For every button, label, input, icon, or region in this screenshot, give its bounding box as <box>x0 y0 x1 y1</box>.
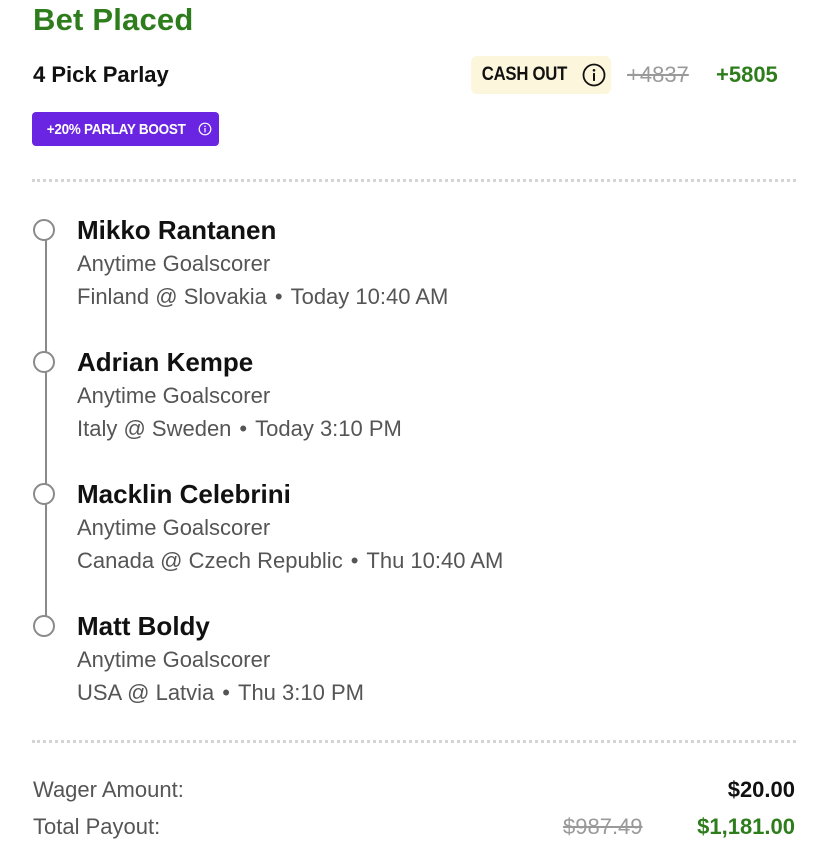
page-title: Bet Placed <box>33 2 194 37</box>
leg-status-circle <box>33 615 55 637</box>
leg-matchup: USA @ Latvia <box>77 680 215 705</box>
bet-type-label: 4 Pick Parlay <box>33 62 169 87</box>
wager-amount-value: $20.00 <box>727 777 795 802</box>
parlay-boost-label: +20% PARLAY BOOST <box>47 120 186 138</box>
separator-dot: • <box>350 548 359 573</box>
original-odds: +4837 <box>627 62 689 87</box>
separator-dot: • <box>239 416 248 441</box>
parlay-leg: Mikko Rantanen Anytime Goalscorer Finlan… <box>0 215 828 325</box>
info-icon[interactable] <box>198 122 212 136</box>
leg-game-info: Finland @ Slovakia • Today 10:40 AM <box>77 284 448 310</box>
leg-game-info: Canada @ Czech Republic • Thu 10:40 AM <box>77 548 503 574</box>
leg-time: Today 3:10 PM <box>255 416 402 441</box>
boosted-odds: +5805 <box>716 62 778 87</box>
leg-game-info: USA @ Latvia • Thu 3:10 PM <box>77 680 364 706</box>
leg-status-circle <box>33 351 55 373</box>
parlay-leg: Adrian Kempe Anytime Goalscorer Italy @ … <box>0 347 828 457</box>
leg-player-name: Matt Boldy <box>77 611 210 641</box>
parlay-leg: Matt Boldy Anytime Goalscorer USA @ Latv… <box>0 611 828 721</box>
leg-market: Anytime Goalscorer <box>77 515 271 540</box>
leg-player-name: Macklin Celebrini <box>77 479 291 509</box>
leg-game-info: Italy @ Sweden • Today 3:10 PM <box>77 416 402 442</box>
leg-time: Thu 10:40 AM <box>366 548 504 573</box>
leg-matchup: Finland @ Slovakia <box>77 284 267 309</box>
original-payout: $987.49 <box>563 814 643 839</box>
leg-market: Anytime Goalscorer <box>77 251 271 276</box>
leg-status-circle <box>33 219 55 241</box>
separator-dot: • <box>222 680 230 705</box>
total-payout-label: Total Payout: <box>33 814 161 839</box>
leg-time: Today 10:40 AM <box>290 284 449 309</box>
leg-time: Thu 3:10 PM <box>238 680 364 705</box>
leg-player-name: Adrian Kempe <box>77 347 254 377</box>
cash-out-label: CASH OUT <box>481 64 567 85</box>
wager-amount-label: Wager Amount: <box>33 777 184 802</box>
leg-status-circle <box>33 483 55 505</box>
boosted-payout: $1,181.00 <box>697 814 795 839</box>
divider <box>32 179 796 182</box>
info-icon[interactable] <box>582 63 606 87</box>
leg-matchup: Italy @ Sweden <box>77 416 232 441</box>
leg-player-name: Mikko Rantanen <box>77 215 277 245</box>
cash-out-button[interactable]: CASH OUT <box>471 56 611 94</box>
leg-market: Anytime Goalscorer <box>77 383 271 408</box>
divider <box>32 740 796 743</box>
leg-matchup: Canada @ Czech Republic <box>77 548 343 573</box>
separator-dot: • <box>274 284 283 309</box>
parlay-leg: Macklin Celebrini Anytime Goalscorer Can… <box>0 479 828 589</box>
leg-market: Anytime Goalscorer <box>77 647 271 672</box>
parlay-boost-badge[interactable]: +20% PARLAY BOOST <box>32 112 219 146</box>
